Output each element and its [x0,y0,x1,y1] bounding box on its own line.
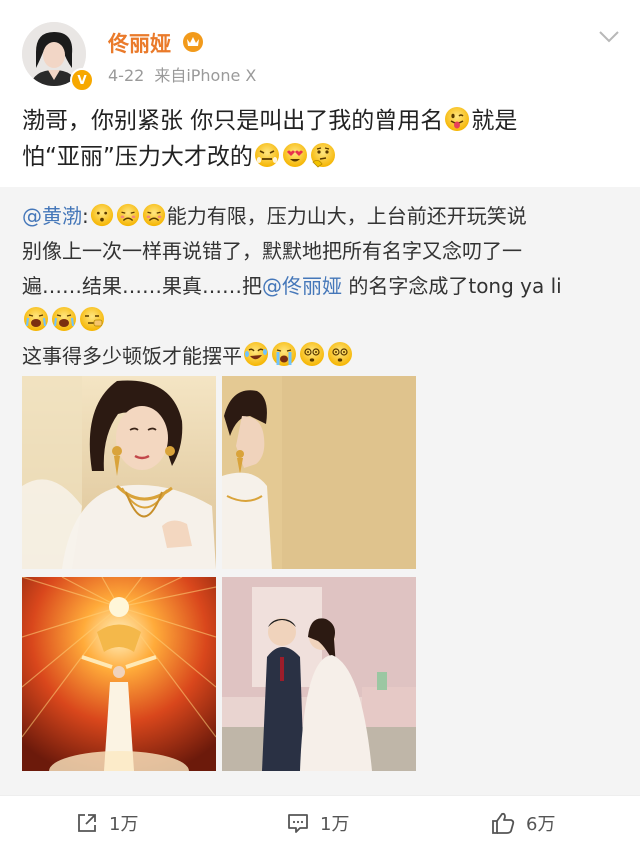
crying-emoji-icon [24,307,48,331]
mention-target[interactable]: @佟丽娅 [262,274,342,298]
verified-badge: V [70,68,94,92]
repost-box[interactable]: @黄渤: 能力有限，压力山大，上台前还开玩笑说 别像上一次一样再说错了，默默地把所… [0,187,640,795]
comment-count: 1万 [320,814,350,835]
post-header: V 佟丽娅 4-22 来自iPhone X [0,0,640,100]
repost-line2: 别像上一次一样再说错了，默默地把所有名字又念叨了一 [22,239,522,263]
loud-crying-emoji-icon [272,342,296,366]
username[interactable]: 佟丽娅 [108,28,171,58]
thumbs-up-icon [492,812,515,834]
photo-3[interactable] [22,577,216,771]
nervous-emoji-icon [254,143,279,167]
tongue-out-emoji-icon [445,107,470,131]
like-button[interactable]: 6万 [490,808,555,838]
repost-line5: 这事得多少顿饭才能摆平 [22,344,242,368]
sad-emoji-icon [116,203,139,227]
repost-count: 1万 [109,814,139,835]
photo-2[interactable] [222,376,416,569]
post-text-line2: 怕“亚丽”压力大才改的 [22,144,253,170]
shush-emoji-icon [80,307,104,331]
repost-line1: 能力有限，压力山大，上台前还开玩笑说 [166,204,527,228]
post-date: 4-22 [108,66,145,85]
laugh-cry-emoji-icon [244,342,268,366]
dizzy-emoji-icon [300,342,324,366]
crying-emoji-icon [52,307,76,331]
post-text: 渤哥，你别紧张 你只是叫出了我的曾用名 就是 怕“亚丽”压力大才改的 [22,103,622,175]
vip-crown-icon [183,32,203,52]
repost-button[interactable]: 1万 [75,808,138,838]
post-source: 来自iPhone X [154,66,257,85]
repost-line3: 遍……结果……果真……把 [22,274,262,298]
thinking-emoji-icon [310,143,335,168]
speechless-emoji-icon [90,203,113,227]
chevron-down-icon[interactable] [598,30,620,44]
comment-icon [288,814,308,833]
sad-emoji-icon [142,203,165,227]
heart-eyes-emoji-icon [282,143,307,167]
photo-1[interactable] [22,376,216,569]
dizzy-emoji-icon [328,342,352,366]
comment-button[interactable]: 1万 [286,808,349,838]
share-icon [78,814,96,832]
photo-4[interactable] [222,577,416,771]
like-count: 6万 [526,814,556,835]
repost-line3-end: 的名字念成了tong ya li [342,274,562,298]
post-meta: 4-22 来自iPhone X [108,62,256,86]
mention-author[interactable]: @黄渤 [22,204,82,228]
action-bar: 1万 1万 6万 [0,795,640,848]
mention-colon: : [82,204,89,228]
post-text-line1-end: 就是 [471,108,518,134]
post-text-line1: 渤哥，你别紧张 你只是叫出了我的曾用名 [22,108,444,134]
repost-text: @黄渤: 能力有限，压力山大，上台前还开玩笑说 别像上一次一样再说错了，默默地把所… [22,199,622,374]
